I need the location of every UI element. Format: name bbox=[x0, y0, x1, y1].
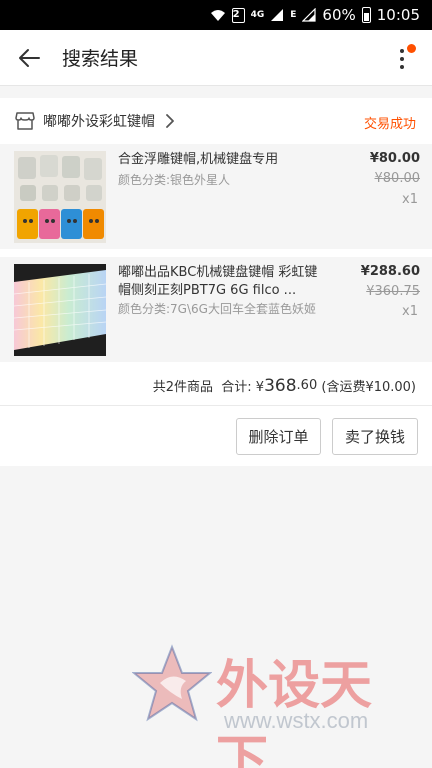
chevron-right-icon bbox=[165, 113, 175, 129]
sell-item-button[interactable]: 卖了换钱 bbox=[332, 418, 418, 455]
item-price: ¥80.00 bbox=[369, 151, 420, 166]
item-price: ¥288.60 bbox=[360, 264, 420, 279]
item-original-price: ¥360.75 bbox=[366, 284, 420, 299]
network-4g-label: 4G bbox=[250, 10, 265, 20]
arrow-left-icon bbox=[19, 48, 40, 67]
app-bar: 搜索结果 bbox=[0, 30, 432, 86]
page-title: 搜索结果 bbox=[62, 48, 139, 70]
battery-percent: 60% bbox=[322, 6, 356, 24]
order-actions: 删除订单 卖了换钱 bbox=[0, 406, 432, 466]
more-vertical-icon bbox=[400, 49, 404, 53]
shop-name: 嘟嘟外设彩虹键帽 bbox=[43, 114, 155, 130]
order-item[interactable]: 嘟嘟出品KBC机械键盘键帽 彩虹键帽侧刻正刻PBT7G 6G filco ...… bbox=[0, 257, 432, 362]
item-sku: 颜色分类:7G\6G大回车全套蓝色妖姬 bbox=[118, 302, 316, 316]
delete-order-button[interactable]: 删除订单 bbox=[236, 418, 321, 455]
product-image-keyboard bbox=[14, 264, 106, 356]
item-sku: 颜色分类:银色外星人 bbox=[118, 173, 231, 187]
wifi-icon bbox=[210, 8, 226, 22]
watermark: 外设天下 www.wstx.com bbox=[132, 643, 422, 768]
status-bar: 2 4G E 60% 10:05 bbox=[0, 0, 432, 30]
total-label: 合计: ¥ bbox=[221, 380, 265, 395]
product-image-keycaps bbox=[14, 151, 106, 243]
item-quantity: x1 bbox=[402, 304, 418, 319]
network-e-label: E bbox=[290, 10, 297, 20]
watermark-url: www.wstx.com bbox=[224, 708, 369, 733]
shipping-fee: (含运费¥10.00) bbox=[317, 380, 416, 395]
order-status: 交易成功 bbox=[363, 117, 416, 132]
sim-badge: 2 bbox=[231, 7, 245, 23]
shop-icon bbox=[14, 110, 36, 132]
order-summary: 共2件商品 合计: ¥ 368 .60 (含运费¥10.00) bbox=[0, 366, 432, 406]
item-title: 合金浮雕键帽,机械键盘专用 bbox=[118, 152, 279, 167]
signal-icon bbox=[270, 8, 284, 22]
order-card: 嘟嘟外设彩虹键帽 交易成功 合金浮雕键帽,机械键盘专用 颜色分类:银色外星人 ¥… bbox=[0, 98, 432, 466]
total-integer: 368 bbox=[264, 375, 297, 396]
watermark-name: 外设天下 bbox=[216, 655, 373, 768]
item-title: 嘟嘟出品KBC机械键盘键帽 彩虹键帽侧刻正刻PBT7G 6G filco ... bbox=[118, 265, 318, 298]
item-quantity: x1 bbox=[402, 192, 418, 207]
order-item[interactable]: 合金浮雕键帽,机械键盘专用 颜色分类:银色外星人 ¥80.00 ¥80.00 x… bbox=[0, 144, 432, 249]
item-count: 共2件商品 bbox=[152, 380, 214, 395]
eagle-logo-icon bbox=[132, 644, 212, 722]
shop-row[interactable]: 嘟嘟外设彩虹键帽 交易成功 bbox=[0, 98, 432, 144]
battery-icon bbox=[361, 7, 371, 23]
clock: 10:05 bbox=[376, 6, 420, 24]
back-button[interactable] bbox=[0, 30, 58, 86]
signal-icon-2 bbox=[302, 8, 317, 22]
item-original-price: ¥80.00 bbox=[374, 171, 421, 186]
total-decimal: .60 bbox=[296, 378, 318, 393]
more-button[interactable] bbox=[388, 44, 416, 74]
notification-dot bbox=[407, 44, 416, 53]
